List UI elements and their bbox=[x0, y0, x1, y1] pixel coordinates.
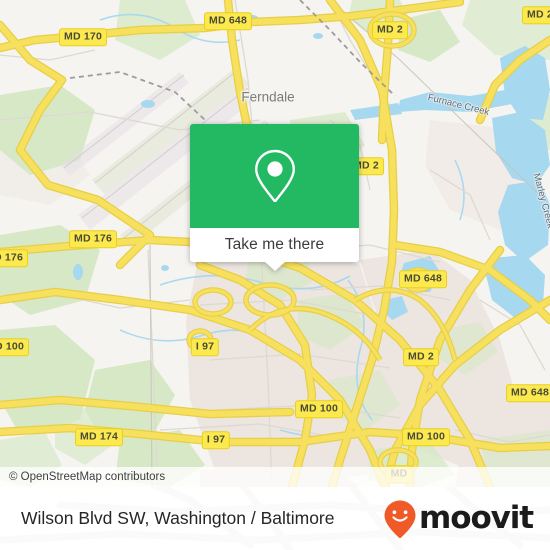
road-shield-md-2-d: MD 2 bbox=[522, 6, 550, 24]
road-shield-i-97: I 97 bbox=[190, 338, 220, 356]
road-shield-md-176-b: MD 176 bbox=[0, 249, 28, 267]
moovit-pin-smile-icon bbox=[384, 500, 416, 538]
road-shield-md-176: MD 176 bbox=[69, 230, 117, 248]
road-shield-md-2-c: MD 2 bbox=[403, 348, 439, 366]
road-shield-md-174: MD 174 bbox=[75, 428, 123, 446]
road-shield-md-170: MD 170 bbox=[59, 28, 107, 46]
road-shield-md-648: MD 648 bbox=[204, 12, 252, 30]
moovit-wordmark: moovit bbox=[419, 500, 534, 536]
map-pin-icon bbox=[254, 149, 295, 203]
road-shield-md-648-b: MD 648 bbox=[399, 270, 447, 288]
footer-content: Wilson Blvd SW, Washington / Baltimore m… bbox=[0, 487, 550, 550]
location-title: Wilson Blvd SW, Washington / Baltimore bbox=[21, 508, 335, 528]
road-shield-md-2: MD 2 bbox=[372, 21, 408, 39]
callout-action-bar[interactable]: Take me there bbox=[190, 228, 359, 271]
callout-icon-panel bbox=[190, 124, 359, 228]
moovit-logo[interactable]: moovit bbox=[383, 499, 534, 539]
callout-tail bbox=[264, 262, 285, 271]
take-me-there-callout[interactable]: Take me there bbox=[190, 124, 359, 271]
osm-attribution[interactable]: © OpenStreetMap contributors bbox=[0, 467, 550, 487]
map-screen: Ferndale Furnace Creek Marley Creek MD 1… bbox=[0, 0, 550, 550]
callout-action-label: Take me there bbox=[224, 236, 325, 253]
road-shield-md-648-c: MD 648 bbox=[506, 384, 550, 402]
road-shield-md-100: MD 100 bbox=[0, 338, 29, 356]
road-shield-md-100-b: MD 100 bbox=[295, 400, 343, 418]
footer-bar: Wilson Blvd SW, Washington / Baltimore m… bbox=[0, 487, 550, 550]
road-shield-i-97-b: I 97 bbox=[201, 431, 231, 449]
road-shield-md-100-c: MD 100 bbox=[402, 428, 450, 446]
place-label-ferndale: Ferndale bbox=[241, 89, 295, 105]
